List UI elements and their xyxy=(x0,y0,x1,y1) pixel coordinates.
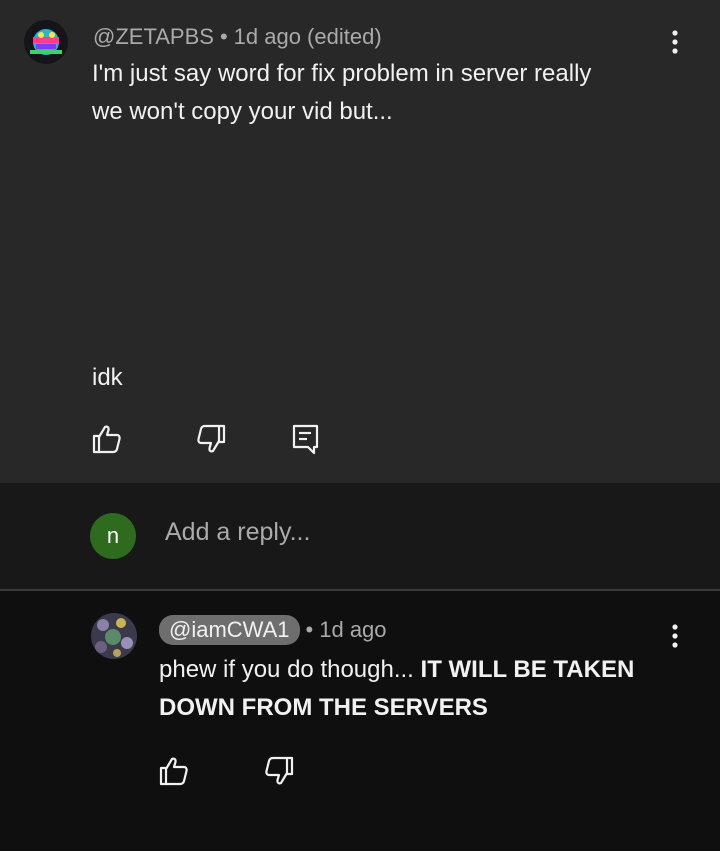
thumbs-up-icon xyxy=(159,757,188,786)
reply-text-line-1: phew if you do though... IT WILL BE TAKE… xyxy=(159,651,634,689)
reply-text-bold-1: IT WILL BE TAKEN xyxy=(420,656,635,683)
reply-text-plain: phew if you do though... xyxy=(159,656,414,683)
comment-text: I'm just say word for fix problem in ser… xyxy=(92,55,591,131)
divider xyxy=(0,589,720,591)
more-vertical-icon xyxy=(672,30,678,54)
comment-more-button[interactable] xyxy=(663,22,687,62)
reply-text: phew if you do though... IT WILL BE TAKE… xyxy=(159,651,634,727)
reply-author-chip[interactable]: @iamCWA1 xyxy=(159,615,300,645)
reply-comment-icon xyxy=(292,424,319,455)
thumbs-down-icon xyxy=(265,756,294,785)
iamcwa1-avatar[interactable] xyxy=(91,613,137,659)
reply-dislike-button[interactable] xyxy=(261,753,297,789)
thumbs-down-icon xyxy=(197,424,226,453)
more-vertical-icon xyxy=(672,624,678,648)
comment-extra-text: idk xyxy=(92,364,123,391)
comment-like-button[interactable] xyxy=(89,421,125,457)
reply-like-button[interactable] xyxy=(156,753,192,789)
comment-time: 1d ago (edited) xyxy=(233,24,382,49)
comment-meta: @ZETAPBS • 1d ago (edited) xyxy=(93,24,382,49)
comment-text-line-1: I'm just say word for fix problem in ser… xyxy=(92,60,592,87)
add-reply-input[interactable]: Add a reply... xyxy=(165,518,310,547)
reply-more-button[interactable] xyxy=(663,616,687,656)
comment-reply-button[interactable] xyxy=(289,421,325,457)
main-comment: @ZETAPBS • 1d ago (edited) I'm just say wo… xyxy=(0,0,720,483)
thumbs-up-icon xyxy=(92,425,121,454)
reply-text-bold-2: DOWN FROM THE SERVERS xyxy=(159,694,488,721)
comment-dislike-button[interactable] xyxy=(193,421,229,457)
current-user-avatar: n xyxy=(90,513,136,559)
comment-text-line-2: we won't copy your vid but... xyxy=(92,98,393,125)
zetapbs-avatar[interactable] xyxy=(24,20,68,64)
reply-time: 1d ago xyxy=(319,617,387,642)
reply-meta: @iamCWA1 • 1d ago xyxy=(159,615,387,645)
comment-author[interactable]: @ZETAPBS xyxy=(93,24,214,49)
